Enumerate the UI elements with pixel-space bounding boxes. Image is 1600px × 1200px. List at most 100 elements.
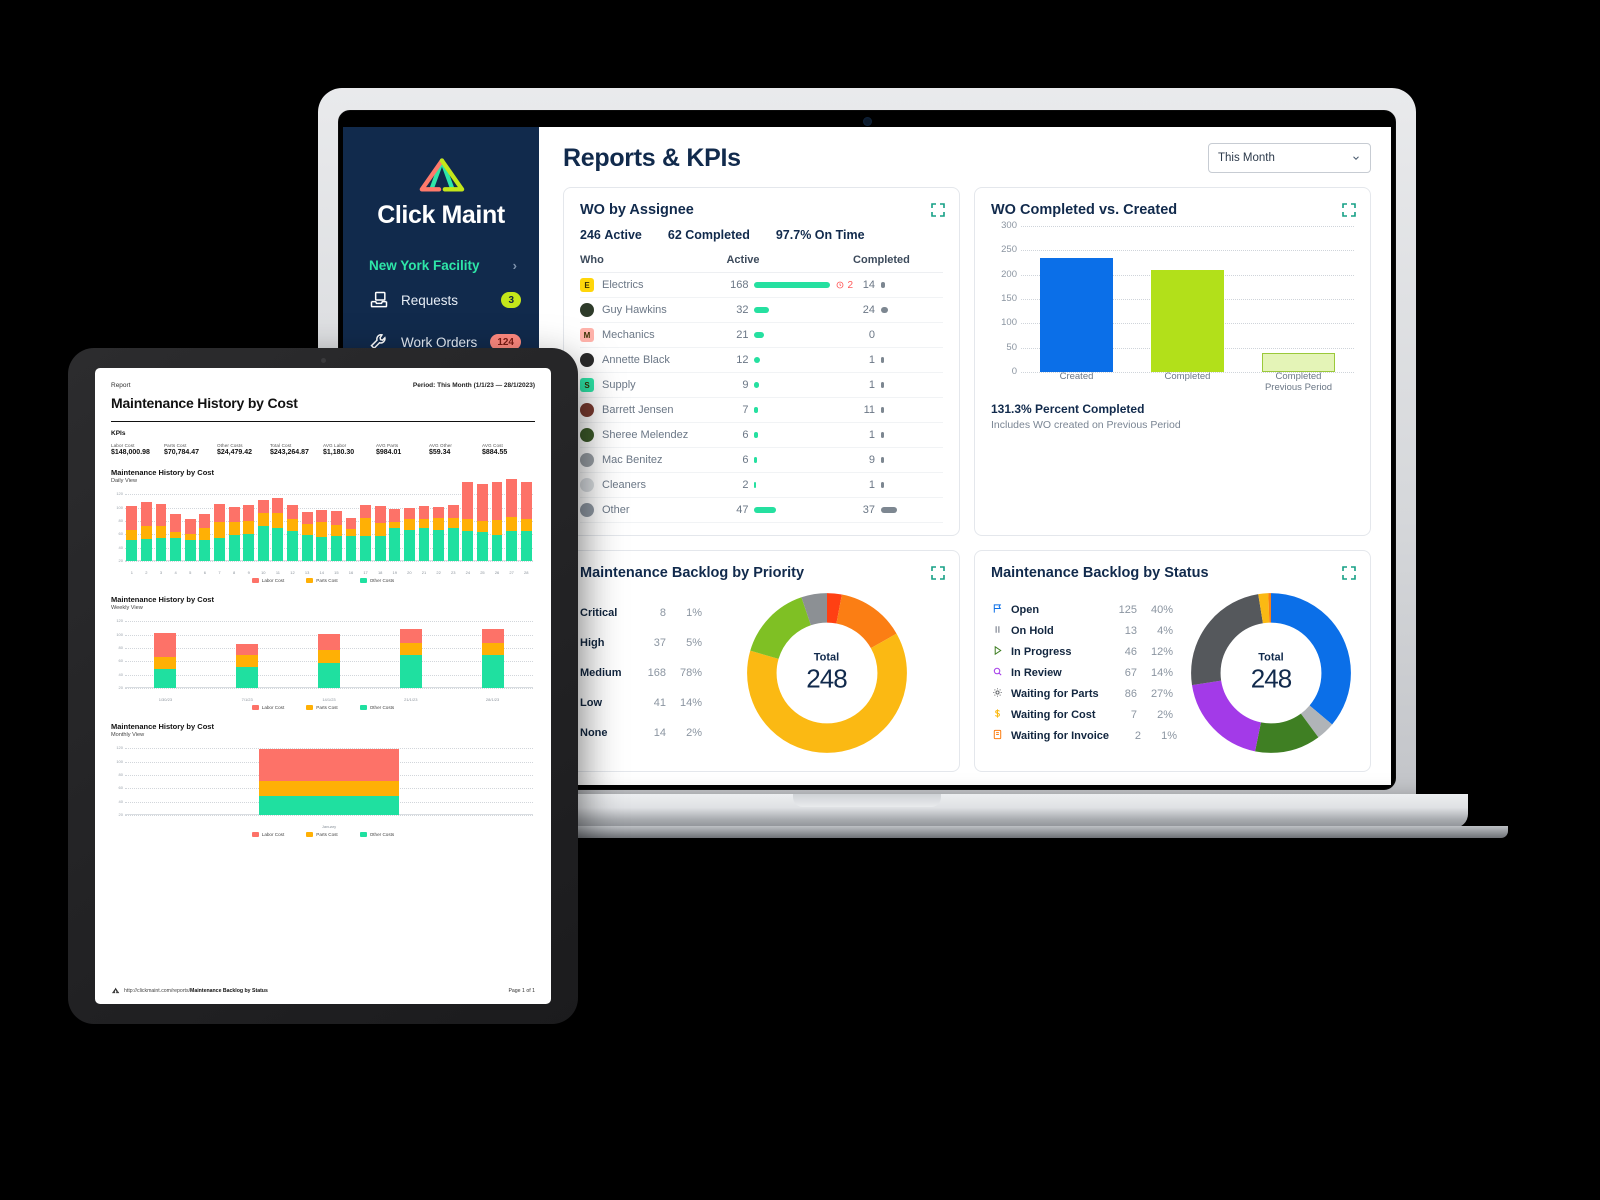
bar-segment (491, 535, 503, 561)
legend-item[interactable]: Medium 168 78% (580, 658, 702, 688)
cell-completed: 1 (853, 347, 943, 373)
footer-url[interactable]: http://clickmaint.com/reports/Maintenanc… (124, 988, 268, 994)
report-kicker: Report (111, 382, 131, 389)
table-row[interactable]: Cleaners 2 1 (580, 472, 943, 498)
legend-item[interactable]: In Progress 46 12% (991, 642, 1177, 663)
cell-active: 32 (726, 297, 854, 323)
active-bar (754, 382, 760, 388)
report-period: Period: This Month (1/1/23 — 28/1/2023) (412, 382, 535, 389)
cell-who: Annette Black (580, 347, 727, 373)
status-donut: Total 248 (1185, 587, 1357, 759)
tablet-body: Report Period: This Month (1/1/23 — 28/1… (68, 348, 578, 1024)
bar-segment (374, 535, 386, 561)
y-axis-tick: 120 (116, 745, 123, 751)
legend-item[interactable]: Open 125 40% (991, 600, 1177, 621)
gridline (125, 688, 533, 689)
legend-item[interactable]: On Hold 13 4% (991, 621, 1177, 642)
expand-icon[interactable] (930, 202, 946, 218)
status-legend: Open 125 40% On Hold 13 4% In Progress 46 12% In … (991, 600, 1177, 747)
legend-label: Parts Cost (316, 832, 338, 837)
cell-who: Mac Benitez (580, 447, 727, 473)
table-row[interactable]: Mac Benitez 6 9 (580, 447, 943, 473)
bar-segment (403, 519, 415, 530)
brand-logo[interactable]: Click Maint (343, 145, 539, 240)
kpi-value: $148,000.98 (111, 449, 150, 456)
legend-item[interactable]: Waiting for Parts 86 27% (991, 684, 1177, 705)
completed-bar (881, 282, 886, 288)
bar-column (289, 618, 370, 688)
table-row[interactable]: Barrett Jensen 7 11 (580, 397, 943, 423)
legend-swatch (251, 578, 259, 583)
cell-who: Guy Hawkins (580, 297, 727, 323)
bar-segment (481, 628, 504, 644)
table-row[interactable]: Annette Black 12 1 (580, 347, 943, 373)
expand-icon[interactable] (1341, 565, 1357, 581)
cell-completed: 24 (853, 297, 943, 323)
chart-block-daily: Maintenance History by Cost Daily View 2… (111, 468, 535, 583)
cell-who: Sheree Melendez (580, 422, 727, 448)
kpi-label: AVG Labor (323, 443, 347, 448)
chart-title: Maintenance History by Cost (111, 595, 214, 604)
bar-segment (126, 539, 138, 561)
legend-item[interactable]: None 14 2% (580, 718, 702, 748)
kpi-heading: KPIs (111, 430, 126, 437)
bar-segment (272, 527, 284, 561)
legend-item[interactable]: Critical 8 1% (580, 598, 702, 628)
bar-column (373, 491, 387, 561)
bar-segment (491, 481, 503, 521)
legend-swatch (306, 832, 314, 837)
table-row[interactable]: Guy Hawkins 32 24 (580, 297, 943, 323)
assignee-name: Cleaners (602, 479, 647, 491)
expand-icon[interactable] (1341, 202, 1357, 218)
x-axis-label: 24 (465, 570, 471, 575)
bar-segment (236, 644, 259, 656)
overdue-indicator: 2 (836, 280, 853, 291)
card-backlog-by-priority: Maintenance Backlog by Priority Critical… (563, 550, 960, 772)
card-wo-by-assignee: WO by Assignee 246 Active 62 Completed 9… (563, 187, 960, 536)
period-select[interactable]: This Month (1208, 143, 1371, 173)
avatar: E (580, 278, 594, 292)
table-row[interactable]: Other 47 37 (580, 497, 943, 523)
table-row[interactable]: Sheree Melendez 6 1 (580, 422, 943, 448)
legend-label: Waiting for Invoice (1011, 730, 1109, 742)
legend-label: Labor Cost (261, 705, 285, 710)
y-axis-tick: 40 (118, 544, 123, 550)
card-title: Maintenance Backlog by Priority (580, 565, 805, 581)
donut-total-label: Total (813, 651, 840, 664)
legend-item[interactable]: Low 41 14% (580, 688, 702, 718)
chart-title: Maintenance History by Cost (111, 722, 214, 731)
kpi-value: $70,784.47 (164, 449, 200, 456)
x-axis-label: 15 (334, 570, 339, 575)
legend-item[interactable]: Waiting for Invoice 2 1% (991, 726, 1177, 747)
legend-item: Other Costs (359, 832, 394, 837)
y-axis-tick: 100 (116, 758, 123, 764)
bar-column (519, 482, 533, 561)
legend-item: Labor Cost (251, 578, 284, 583)
card-title: Maintenance Backlog by Status (991, 565, 1209, 581)
table-row[interactable]: E Electrics 168 2 14 (580, 272, 943, 298)
completed-vs-created-chart: 300 250 200 150 100 50 0 Created Completed Compl… (991, 220, 1354, 394)
legend-label: None (580, 727, 608, 739)
cell-active: 9 (726, 372, 854, 398)
legend-item[interactable]: Waiting for Cost 7 2% (991, 705, 1177, 726)
legend-label: In Review (1011, 667, 1062, 679)
sidebar-item-requests[interactable]: Requests 3 (343, 279, 539, 321)
legend-item[interactable]: High 37 5% (580, 628, 702, 658)
bar-segment (154, 668, 177, 688)
table-row[interactable]: M Mechanics 21 0 (580, 322, 943, 348)
chart-title: Maintenance History by Cost (111, 468, 214, 477)
table-row[interactable]: S Supply 9 1 (580, 372, 943, 398)
bar-segment (184, 519, 196, 535)
active-bar (754, 482, 757, 488)
legend-item[interactable]: In Review 67 14% (991, 663, 1177, 684)
kpi-label: Parts Cost (164, 443, 187, 448)
priority-donut-row: Critical 8 1% High 37 5% Medium 168 78% Low 41 14% N… (580, 587, 943, 759)
completed-bar (881, 407, 885, 413)
facility-selector[interactable]: New York Facility › (343, 240, 539, 279)
x-axis-label: 18 (377, 570, 383, 575)
bar-segment (447, 505, 459, 519)
bar-segment (462, 482, 474, 519)
legend-percent: 14% (1150, 667, 1173, 679)
expand-icon[interactable] (930, 565, 946, 581)
bar-segment (399, 628, 422, 644)
